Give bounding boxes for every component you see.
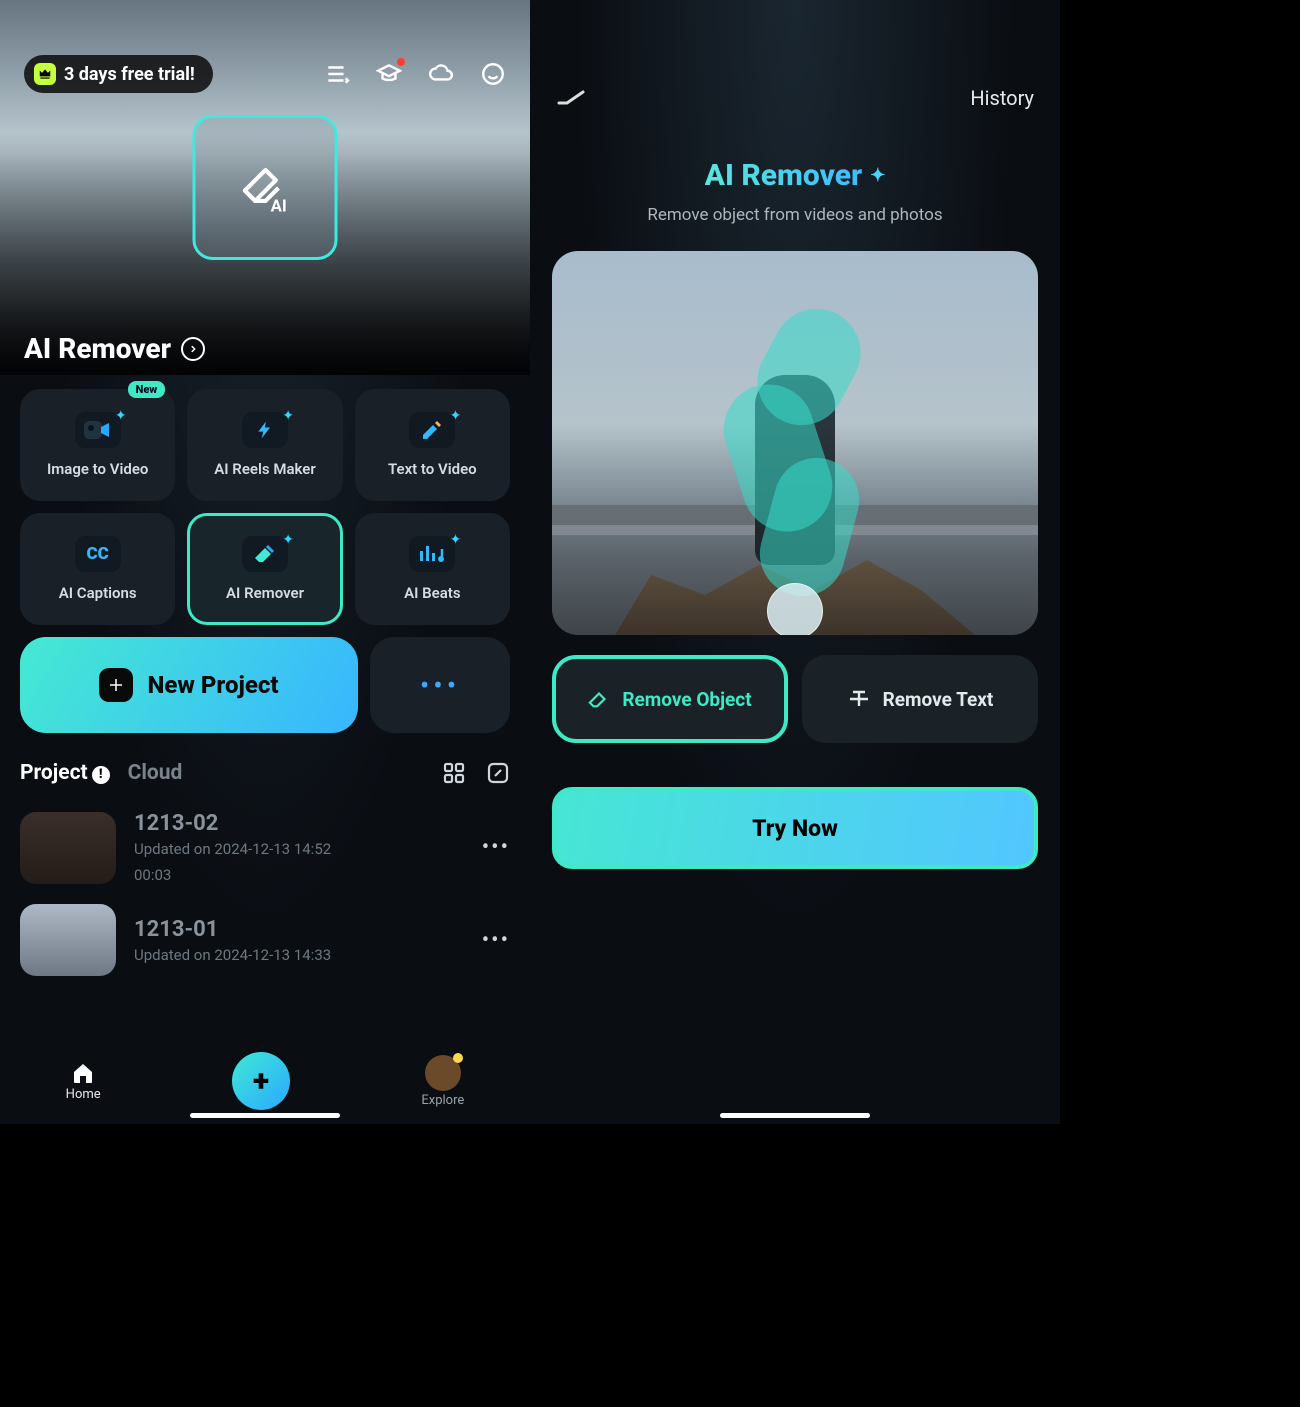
tool-text-to-video[interactable]: ✦ Text to Video [355,389,510,501]
hero-banner: 3 days free trial! [0,0,530,375]
nav-explore[interactable]: Explore [421,1055,464,1108]
more-button[interactable]: ••• [370,637,510,733]
nav-home-label: Home [66,1087,101,1102]
free-trial-pill[interactable]: 3 days free trial! [24,55,213,93]
page-subtitle: Remove object from videos and photos [530,205,1060,225]
tool-label: AI Captions [59,584,137,602]
project-name: 1213-02 [134,811,464,836]
chevron-circle-icon [181,337,205,361]
try-now-label: Try Now [752,815,838,842]
brush-cursor-icon [767,583,823,635]
tool-image-to-video[interactable]: New ✦ Image to Video [20,389,175,501]
tool-label: Image to Video [47,460,148,478]
svg-text:AI: AI [270,196,286,216]
hero-feature-card[interactable]: AI [193,115,338,260]
bottom-nav: Home + Explore [0,1038,530,1124]
cloud-icon[interactable] [428,61,454,87]
templates-list-icon[interactable] [324,61,350,87]
project-duration: 00:03 [134,866,464,884]
eraser-ai-icon: AI [234,157,296,219]
grid-view-icon[interactable] [442,761,466,785]
eraser-outline-icon [588,688,610,710]
edit-square-icon[interactable] [486,761,510,785]
nav-create-fab[interactable]: + [232,1052,290,1110]
preview-image [552,251,1038,635]
tools-grid: New ✦ Image to Video ✦ AI Reels Maker ✦ … [0,375,530,625]
trial-label: 3 days free trial! [64,64,195,85]
remove-text-label: Remove Text [883,688,994,711]
tool-label: AI Reels Maker [214,460,315,478]
project-item[interactable]: 1213-01 Updated on 2024-12-13 14:33 ••• [20,894,510,986]
hero-title-row[interactable]: AI Remover [24,332,205,365]
nav-home[interactable]: Home [66,1061,101,1102]
project-updated: Updated on 2024-12-13 14:52 [134,840,464,858]
remove-object-button[interactable]: Remove Object [552,655,788,743]
home-indicator [190,1113,340,1118]
pencil-icon: ✦ [409,412,455,448]
tool-ai-remover[interactable]: ✦ AI Remover [187,513,342,625]
project-more-icon[interactable]: ••• [482,835,510,860]
tool-ai-beats[interactable]: ✦ AI Beats [355,513,510,625]
home-indicator [720,1113,870,1118]
tool-ai-captions[interactable]: CC AI Captions [20,513,175,625]
plus-icon: + [253,1064,269,1099]
top-bar: 3 days free trial! [24,55,506,93]
sparkle-icon: ✦ [870,165,885,186]
project-item[interactable]: 1213-02 Updated on 2024-12-13 14:52 00:0… [20,801,510,894]
nav-explore-label: Explore [421,1093,464,1108]
page-title: AI Remover ✦ [705,158,886,193]
hero-title-text: AI Remover [24,332,171,365]
avatar-icon [425,1055,461,1091]
tool-label: AI Remover [226,584,304,602]
tool-label: AI Beats [404,584,460,602]
plus-box-icon [99,668,133,702]
tab-cloud[interactable]: Cloud [128,761,183,785]
back-button[interactable] [556,89,586,107]
new-project-button[interactable]: New Project [20,637,358,733]
bolt-icon: ✦ [242,412,288,448]
ellipsis-icon: ••• [420,669,460,702]
project-thumbnail [20,904,116,976]
right-pane: History AI Remover ✦ Remove object from … [530,0,1060,1124]
new-badge: New [128,381,166,398]
tab-project[interactable]: Project! [20,761,110,785]
text-strike-icon [847,688,871,710]
project-thumbnail [20,812,116,884]
history-link[interactable]: History [970,86,1034,110]
home-icon [71,1061,95,1085]
tool-ai-reels-maker[interactable]: ✦ AI Reels Maker [187,389,342,501]
left-pane: 3 days free trial! [0,0,530,1124]
try-now-button[interactable]: Try Now [552,787,1038,869]
remove-text-button[interactable]: Remove Text [802,655,1038,743]
camera-play-icon: ✦ [75,412,121,448]
new-project-label: New Project [147,671,278,699]
tool-label: Text to Video [388,460,477,478]
face-icon[interactable] [480,61,506,87]
cc-icon: CC [75,536,121,572]
project-updated: Updated on 2024-12-13 14:33 [134,946,464,964]
remove-object-label: Remove Object [622,688,751,711]
project-more-icon[interactable]: ••• [482,928,510,953]
alert-badge-icon: ! [92,766,110,784]
eraser-icon: ✦ [242,536,288,572]
project-tabs-row: Project! Cloud [0,733,530,785]
academy-icon[interactable] [376,61,402,87]
project-name: 1213-01 [134,917,464,942]
music-bars-icon: ✦ [409,536,455,572]
project-list: 1213-02 Updated on 2024-12-13 14:52 00:0… [0,785,530,986]
crown-icon [34,63,56,85]
